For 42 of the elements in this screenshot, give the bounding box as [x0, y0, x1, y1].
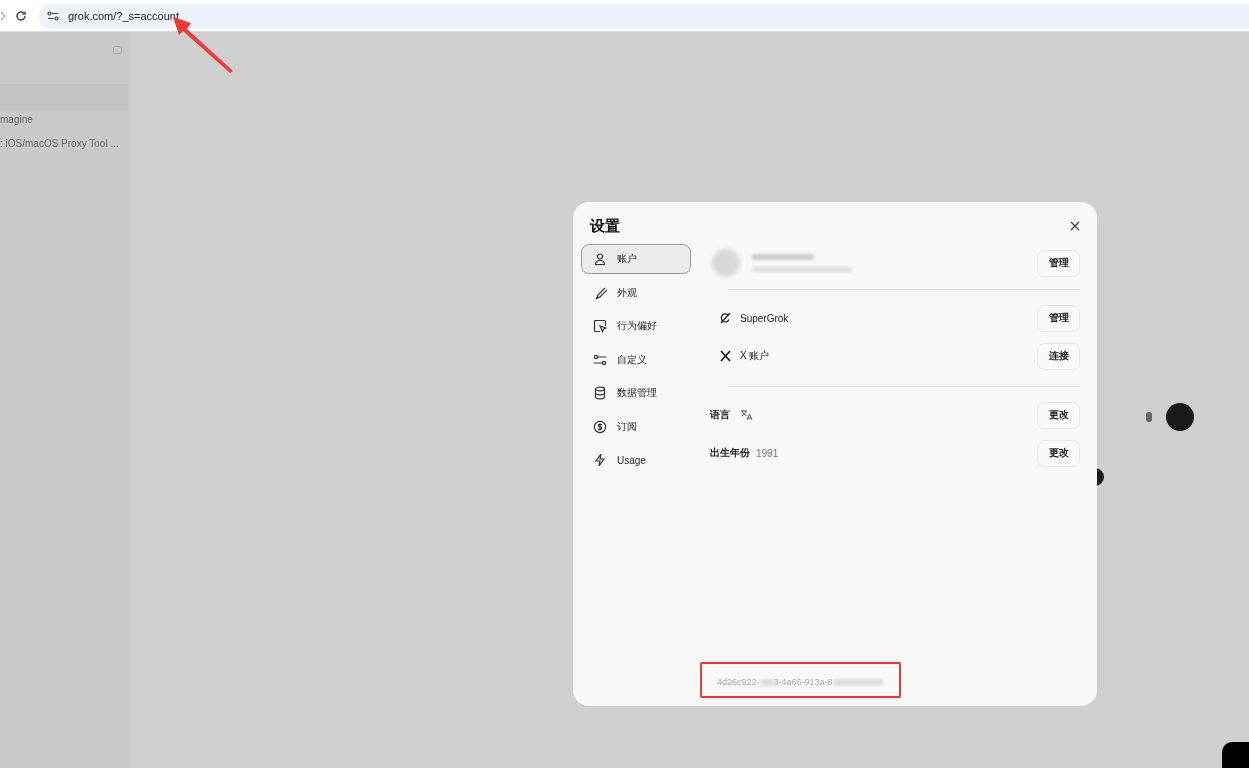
account-id: 3-4a66-913a-8 — [773, 677, 833, 687]
manage-button[interactable]: 管理 — [1037, 249, 1080, 277]
microphone-icon[interactable] — [1146, 412, 1152, 422]
nav-tab[interactable]: 自定义 — [581, 344, 691, 375]
nav-tab[interactable]: 订阅 — [581, 411, 691, 442]
database-icon — [593, 386, 607, 400]
voice-button[interactable] — [1166, 403, 1194, 431]
nav-tab[interactable]: 外观 — [581, 277, 691, 308]
close-icon[interactable] — [1070, 221, 1080, 231]
action-button[interactable]: 连接 — [1037, 342, 1080, 370]
row-label: 语言 — [710, 408, 730, 422]
x-logo-icon — [719, 350, 731, 362]
redacted-name — [752, 254, 814, 260]
cursor-icon — [593, 319, 607, 333]
grok-logo-icon — [719, 312, 731, 324]
site-settings-icon[interactable] — [47, 10, 59, 21]
sidebar-item[interactable]: magine — [0, 110, 130, 134]
avatar — [712, 249, 740, 277]
reload-icon[interactable] — [15, 9, 27, 22]
nav-tab[interactable]: Usage — [581, 445, 691, 475]
brush-icon — [593, 285, 607, 300]
address-bar[interactable]: grok.com/?_s=account — [39, 3, 1249, 28]
redacted-text — [759, 678, 774, 686]
translate-icon — [740, 409, 753, 421]
row-label: 出生年份 — [710, 446, 750, 460]
person-icon — [593, 252, 607, 266]
sliders-icon — [593, 352, 607, 367]
row-label: X 账户 — [740, 349, 770, 363]
action-button[interactable]: 更改 — [1037, 439, 1080, 467]
row-label: SuperGrok — [740, 312, 789, 324]
dialog-title: 设置 — [590, 216, 620, 236]
action-button[interactable]: 更改 — [1037, 401, 1080, 429]
redacted-text — [832, 678, 883, 686]
sidebar-item[interactable]: : iOS/macOS Proxy Tool ... — [0, 134, 130, 158]
nav-tab[interactable]: 账户 — [581, 244, 691, 274]
dollar-icon — [593, 419, 607, 434]
account-id: 4d26c922- — [717, 677, 760, 687]
nav-tab[interactable]: 行为偏好 — [581, 311, 691, 341]
bolt-icon — [593, 453, 607, 467]
nav-tab[interactable]: 数据管理 — [581, 378, 691, 408]
action-button[interactable]: 管理 — [1037, 304, 1080, 332]
row-value: 1991 — [756, 447, 779, 459]
